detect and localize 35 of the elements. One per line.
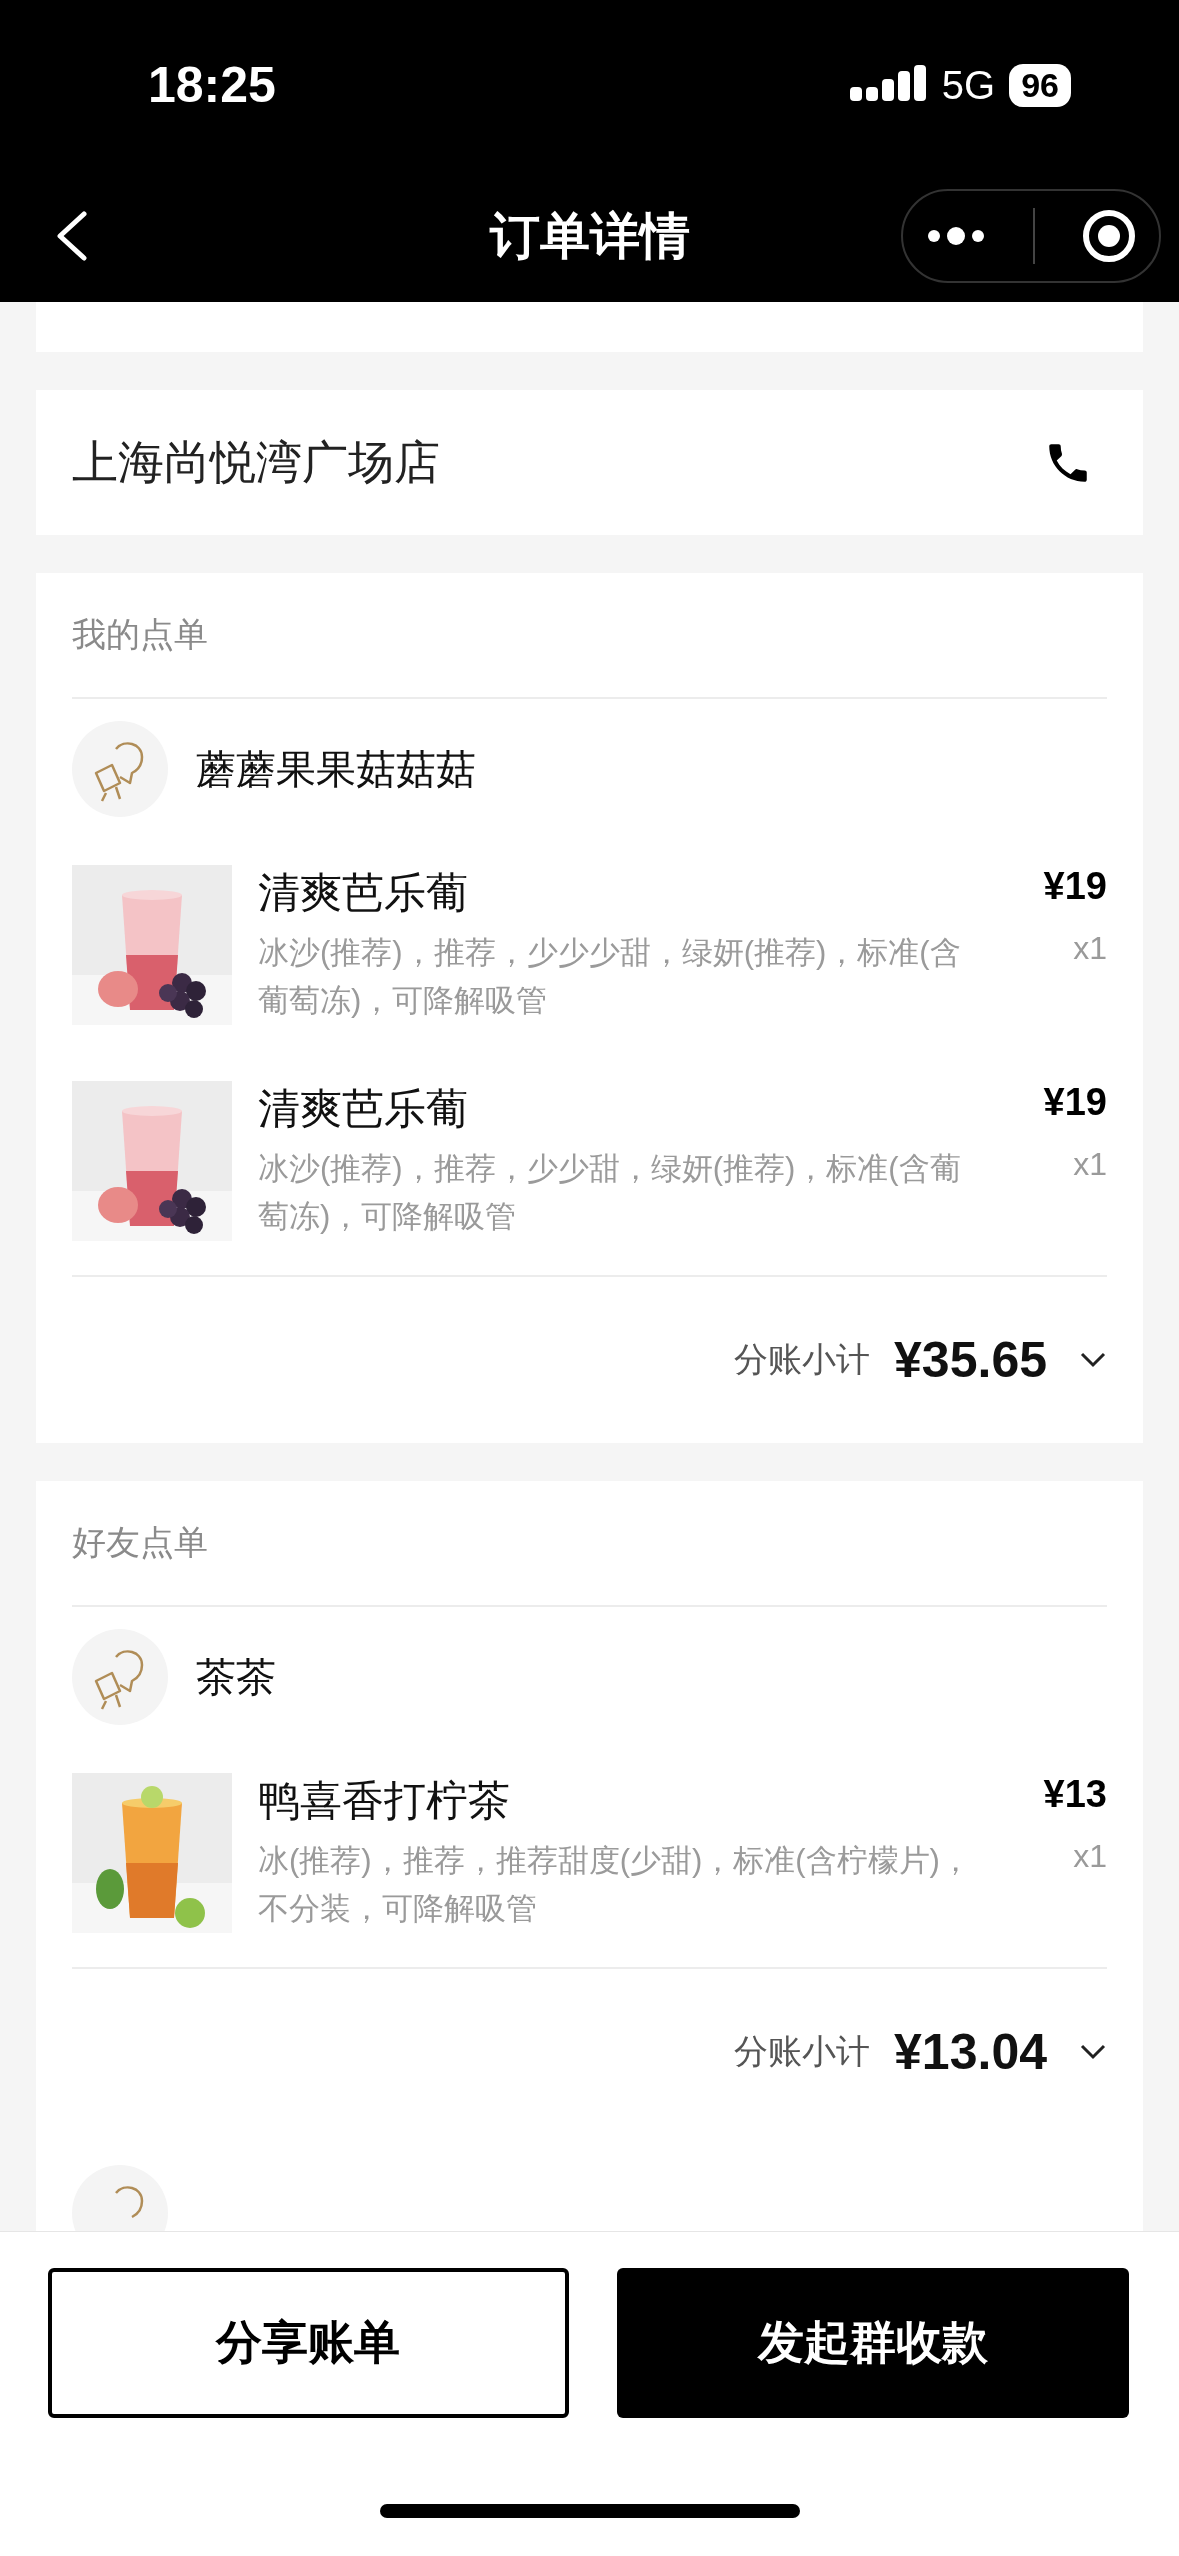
chevron-down-icon[interactable]	[1079, 1351, 1107, 1369]
collect-payment-button[interactable]: 发起群收款	[616, 2268, 1129, 2418]
item-price: ¥13	[1043, 1773, 1107, 1816]
item-name: 清爽芭乐葡	[258, 1084, 469, 1134]
more-icon[interactable]	[926, 226, 987, 246]
item-options: 冰(推荐)，推荐，推荐甜度(少甜)，标准(含柠檬片)，不分装，可降解吸管	[258, 1837, 978, 1933]
avatar-icon	[72, 1629, 168, 1725]
user-name: 蘑蘑果果菇菇菇	[196, 745, 476, 793]
item-quantity: x1	[1073, 1838, 1107, 1875]
capsule-menu[interactable]	[901, 189, 1161, 283]
status-time: 18:25	[148, 56, 276, 114]
close-target-icon[interactable]	[1081, 209, 1136, 263]
section-title: 我的点单	[72, 573, 1107, 699]
item-price: ¥19	[1043, 1081, 1107, 1124]
page-title: 订单详情	[489, 206, 690, 266]
store-name: 上海尚悦湾广场店	[72, 434, 440, 490]
item-name: 鸭喜香打柠茶	[258, 1776, 511, 1826]
subtotal-amount: ¥35.65	[894, 1331, 1047, 1389]
item-quantity: x1	[1073, 1146, 1107, 1183]
back-icon[interactable]	[54, 210, 90, 262]
chevron-down-icon[interactable]	[1079, 2043, 1107, 2061]
section-title: 好友点单	[72, 1481, 1107, 1607]
user-name: 茶茶	[196, 1653, 276, 1701]
item-quantity: x1	[1073, 930, 1107, 967]
subtotal-label: 分账小计	[734, 2031, 871, 2072]
subtotal-label: 分账小计	[734, 1339, 871, 1380]
item-options: 冰沙(推荐)，推荐，少少少甜，绿妍(推荐)，标准(含葡萄冻)，可降解吸管	[258, 929, 978, 1025]
avatar-icon	[72, 721, 168, 817]
network-label: 5G	[941, 62, 996, 108]
item-options: 冰沙(推荐)，推荐，少少甜，绿妍(推荐)，标准(含葡萄冻)，可降解吸管	[258, 1145, 978, 1241]
item-name: 清爽芭乐葡	[258, 868, 469, 918]
subtotal-amount: ¥13.04	[894, 2023, 1047, 2081]
share-bill-button[interactable]: 分享账单	[48, 2268, 569, 2418]
item-price: ¥19	[1043, 865, 1107, 908]
battery-level: 96	[1009, 63, 1071, 107]
